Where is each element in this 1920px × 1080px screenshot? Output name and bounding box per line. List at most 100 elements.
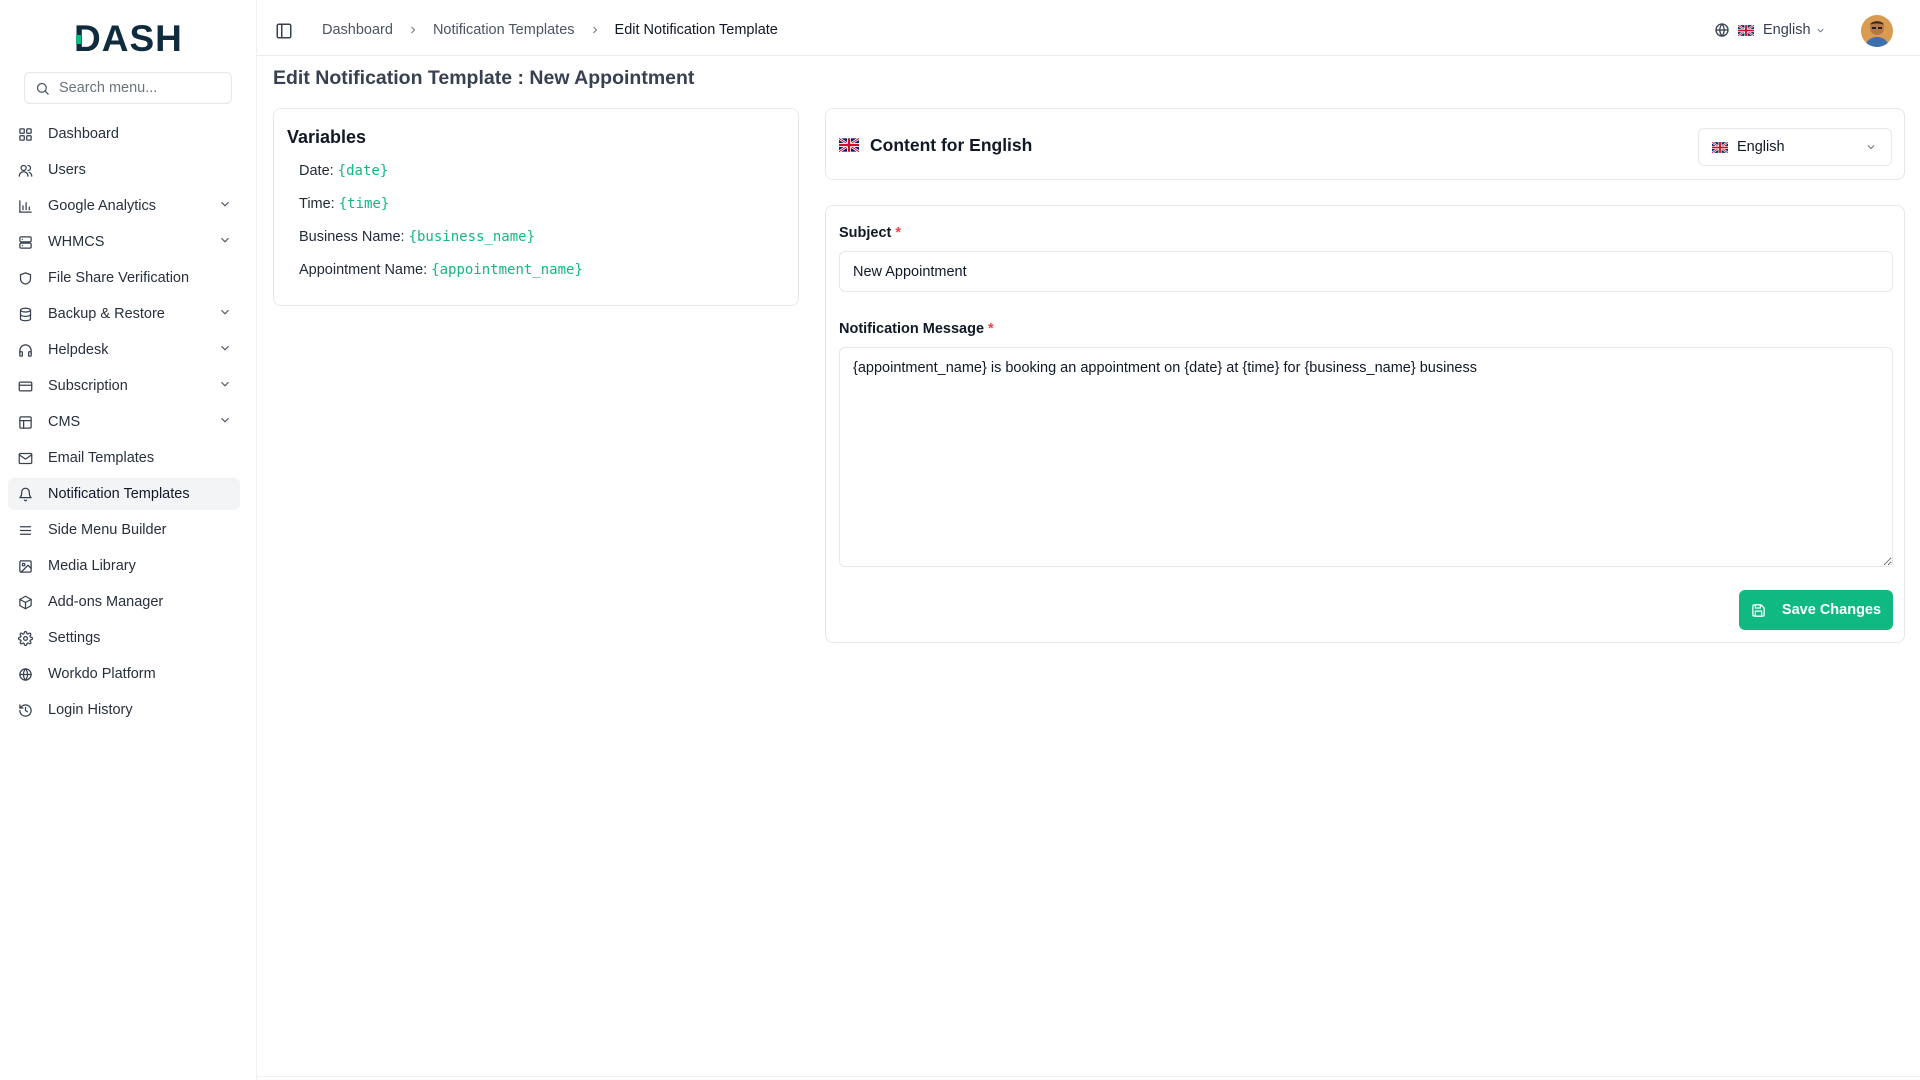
- sidebar-item-label: Settings: [48, 630, 101, 646]
- topbar: Dashboard Notification Templates Edit No…: [257, 0, 1920, 56]
- content-language-card: Content for English English: [825, 108, 1905, 180]
- language-select-value: English: [1737, 139, 1785, 155]
- variable-label: Time:: [299, 196, 335, 212]
- required-marker: *: [988, 321, 994, 337]
- package-icon: [17, 594, 33, 610]
- dash-logo[interactable]: DASH: [74, 18, 182, 58]
- language-label: English: [1763, 22, 1811, 38]
- globe-icon: [1715, 22, 1729, 38]
- sidebar-item-label: Email Templates: [48, 450, 155, 466]
- variable-label: Date:: [299, 163, 334, 179]
- variables-card: Variables Date: {date} Time: {time} Busine…: [273, 108, 799, 306]
- mail-icon: [17, 450, 33, 466]
- content-title: Content for English: [870, 135, 1033, 155]
- sidebar-item-label: Add-ons Manager: [48, 594, 164, 610]
- sidebar-item-users[interactable]: Users: [8, 154, 240, 186]
- dashboard-grid-icon: [17, 126, 33, 142]
- menu-lines-icon: [17, 522, 33, 538]
- sidebar-item-label: Side Menu Builder: [48, 522, 167, 538]
- image-icon: [17, 558, 33, 574]
- server-icon: [17, 234, 33, 250]
- chevron-down-icon[interactable]: [218, 377, 232, 395]
- chevron-right-icon: [592, 26, 597, 34]
- save-changes-button[interactable]: Save Changes: [1739, 590, 1893, 630]
- variable-token[interactable]: {business_name}: [409, 229, 535, 245]
- chevron-down-icon[interactable]: [218, 197, 232, 215]
- sidebar-item-label: Dashboard: [48, 126, 119, 142]
- svg-text:DASH: DASH: [74, 18, 182, 58]
- language-select[interactable]: English: [1698, 128, 1892, 166]
- history-icon: [17, 702, 33, 718]
- variable-token[interactable]: {date}: [338, 163, 389, 179]
- variable-row: Time: {time}: [299, 196, 389, 212]
- message-label: Notification Message *: [839, 321, 994, 337]
- language-switcher[interactable]: English: [1714, 22, 1826, 38]
- sidebar-item-workdo-platform[interactable]: Workdo Platform: [8, 658, 240, 690]
- chevron-down-icon: [1867, 145, 1875, 150]
- subject-label: Subject *: [839, 225, 901, 241]
- sidebar-item-cms[interactable]: CMS: [8, 406, 240, 438]
- chevron-down-icon[interactable]: [218, 233, 232, 251]
- credit-card-icon: [17, 378, 33, 394]
- shield-icon: [17, 270, 33, 286]
- breadcrumb: Dashboard Notification Templates Edit No…: [322, 22, 778, 38]
- variable-label: Business Name:: [299, 229, 405, 245]
- subject-label-text: Subject: [839, 225, 892, 241]
- sidebar-item-add-ons-manager[interactable]: Add-ons Manager: [8, 586, 240, 618]
- sidebar-search[interactable]: Search menu...: [24, 72, 232, 104]
- subject-input[interactable]: [839, 251, 1893, 292]
- sidebar-item-label: Users: [48, 162, 86, 178]
- variable-row: Date: {date}: [299, 163, 388, 179]
- headphones-icon: [17, 342, 33, 358]
- divider: [257, 1076, 1920, 1077]
- search-icon: [36, 82, 49, 95]
- gear-icon: [17, 630, 33, 646]
- chevron-down-icon[interactable]: [218, 341, 232, 359]
- variables-title: Variables: [287, 127, 367, 147]
- chevron-down-icon[interactable]: [218, 413, 232, 431]
- user-avatar[interactable]: [1861, 15, 1893, 47]
- sidebar-item-email-templates[interactable]: Email Templates: [8, 442, 240, 474]
- variable-token[interactable]: {time}: [339, 196, 390, 212]
- variable-row: Appointment Name: {appointment_name}: [299, 262, 583, 278]
- sidebar-item-backup-restore[interactable]: Backup & Restore: [8, 298, 240, 330]
- message-label-text: Notification Message: [839, 321, 985, 337]
- page-title: Edit Notification Template : New Appoint…: [273, 67, 695, 89]
- sidebar-item-label: Login History: [48, 702, 133, 718]
- sidebar-item-side-menu-builder[interactable]: Side Menu Builder: [8, 514, 240, 546]
- sidebar-item-google-analytics[interactable]: Google Analytics: [8, 190, 240, 222]
- sidebar-item-helpdesk[interactable]: Helpdesk: [8, 334, 240, 366]
- sidebar-item-notification-templates[interactable]: Notification Templates: [8, 478, 240, 510]
- variable-token[interactable]: {appointment_name}: [431, 262, 583, 278]
- sidebar-item-label: Notification Templates: [48, 486, 190, 502]
- chevron-down-icon[interactable]: [218, 305, 232, 323]
- sidebar-item-dashboard[interactable]: Dashboard: [8, 118, 240, 150]
- template-form-card: Subject* Notification Message* {appointm…: [825, 205, 1905, 643]
- sidebar-item-label: Google Analytics: [48, 198, 157, 214]
- sidebar-item-label: Helpdesk: [48, 342, 109, 358]
- globe-icon: [17, 666, 33, 682]
- sidebar-item-media-library[interactable]: Media Library: [8, 550, 240, 582]
- notification-message-textarea[interactable]: {appointment_name} is booking an appoint…: [839, 347, 1893, 567]
- sidebar-item-label: Media Library: [48, 558, 136, 574]
- breadcrumb-notification-templates[interactable]: Notification Templates: [433, 22, 575, 38]
- users-icon: [17, 162, 33, 178]
- uk-flag-icon: [1712, 141, 1728, 153]
- uk-flag-icon: [1738, 24, 1754, 36]
- sidebar-item-label: Subscription: [48, 378, 128, 394]
- sidebar-item-whmcs[interactable]: WHMCS: [8, 226, 240, 258]
- save-icon: [1752, 603, 1765, 617]
- chevron-down-icon: [1816, 28, 1824, 33]
- sidebar-item-subscription[interactable]: Subscription: [8, 370, 240, 402]
- main-content: Dashboard Notification Templates Edit No…: [256, 0, 1920, 1080]
- layout-icon: [17, 414, 33, 430]
- breadcrumb-dashboard[interactable]: Dashboard: [322, 22, 393, 38]
- chevron-right-icon: [411, 26, 416, 34]
- sidebar-item-label: CMS: [48, 414, 81, 430]
- sidebar-item-label: File Share Verification: [48, 270, 190, 286]
- sidebar-item-login-history[interactable]: Login History: [8, 694, 240, 726]
- sidebar-toggle-icon[interactable]: [275, 22, 293, 40]
- sidebar-item-file-share-verification[interactable]: File Share Verification: [8, 262, 240, 294]
- sidebar-item-settings[interactable]: Settings: [8, 622, 240, 654]
- sidebar-item-label: Workdo Platform: [48, 666, 156, 682]
